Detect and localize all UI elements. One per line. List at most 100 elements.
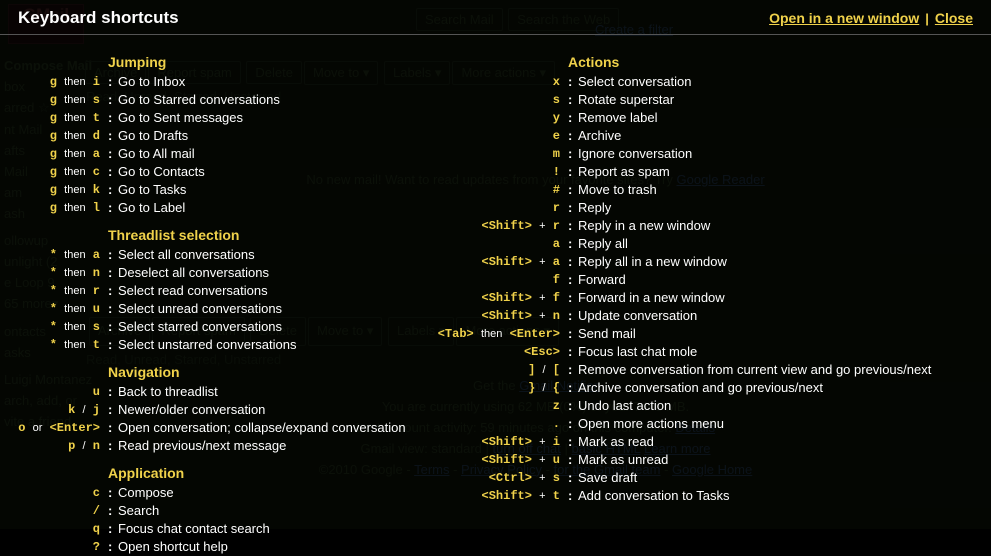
shortcut-description: Undo last action <box>578 398 671 413</box>
shortcut-description: Remove conversation from current view an… <box>578 362 931 377</box>
shortcut-row: g then t:Go to Sent messages <box>0 109 470 127</box>
shortcut-row: } / {:Archive conversation and go previo… <box>470 379 975 397</box>
shortcut-keys: . <box>470 416 560 432</box>
shortcut-keys: k / j <box>0 402 100 418</box>
shortcut-row: <Esc>:Focus last chat mole <box>470 343 975 361</box>
shortcuts-overlay: Keyboard shortcuts Open in a new window … <box>0 0 991 529</box>
shortcut-description: Archive conversation and go previous/nex… <box>578 380 823 395</box>
shortcut-colon: : <box>568 434 578 450</box>
shortcut-row: #:Move to trash <box>470 181 975 199</box>
shortcut-colon: : <box>108 420 118 436</box>
overlay-header: Keyboard shortcuts Open in a new window … <box>0 0 991 35</box>
shortcut-row: <Shift> + n:Update conversation <box>470 307 975 325</box>
shortcut-colon: : <box>108 384 118 400</box>
shortcut-description: Select all conversations <box>118 247 255 262</box>
shortcut-row: q:Focus chat contact search <box>0 520 470 538</box>
shortcut-keys: <Shift> + n <box>400 308 560 324</box>
shortcut-colon: : <box>568 326 578 342</box>
shortcut-description: Forward in a new window <box>578 290 725 305</box>
shortcut-row: u:Back to threadlist <box>0 383 470 401</box>
shortcut-description: Back to threadlist <box>118 384 218 399</box>
shortcut-description: Mark as read <box>578 434 654 449</box>
shortcut-description: Update conversation <box>578 308 697 323</box>
shortcut-keys: } / { <box>470 380 560 396</box>
shortcut-keys: g then s <box>0 92 100 108</box>
shortcut-row: g then i:Go to Inbox <box>0 73 470 91</box>
shortcut-colon: : <box>108 110 118 126</box>
shortcut-colon: : <box>108 92 118 108</box>
shortcut-description: Reply <box>578 200 611 215</box>
shortcut-description: Focus last chat mole <box>578 344 697 359</box>
shortcut-colon: : <box>568 380 578 396</box>
shortcut-description: Select starred conversations <box>118 319 282 334</box>
shortcut-keys: <Shift> + r <box>400 218 560 234</box>
shortcut-keys: <Tab> then <Enter> <box>400 326 560 342</box>
shortcut-keys: e <box>470 128 560 144</box>
shortcut-row: <Shift> + u:Mark as unread <box>470 451 975 469</box>
shortcut-colon: : <box>568 74 578 90</box>
shortcut-keys: <Shift> + a <box>400 254 560 270</box>
shortcut-keys: m <box>470 146 560 162</box>
shortcut-keys: / <box>0 503 100 519</box>
shortcut-description: Send mail <box>578 326 636 341</box>
shortcut-description: Open conversation; collapse/expand conve… <box>118 420 406 435</box>
shortcut-keys: r <box>470 200 560 216</box>
shortcut-row: <Tab> then <Enter>:Send mail <box>470 325 975 343</box>
shortcut-description: Go to Label <box>118 200 185 215</box>
shortcut-keys: ] / [ <box>470 362 560 378</box>
shortcut-row: r:Reply <box>470 199 975 217</box>
shortcut-colon: : <box>108 485 118 501</box>
shortcut-row: /:Search <box>0 502 470 520</box>
close-link[interactable]: Close <box>935 10 973 26</box>
shortcut-colon: : <box>568 236 578 252</box>
shortcut-colon: : <box>108 503 118 519</box>
shortcut-description: Select unstarred conversations <box>118 337 296 352</box>
shortcut-description: Go to Drafts <box>118 128 188 143</box>
shortcut-row: g then a:Go to All mail <box>0 145 470 163</box>
shortcut-colon: : <box>108 200 118 216</box>
shortcut-row: g then s:Go to Starred conversations <box>0 91 470 109</box>
shortcut-colon: : <box>568 218 578 234</box>
shortcut-keys: f <box>470 272 560 288</box>
shortcut-colon: : <box>108 319 118 335</box>
shortcut-row: <Shift> + a:Reply all in a new window <box>470 253 975 271</box>
shortcut-keys: p / n <box>0 438 100 454</box>
shortcut-description: Read previous/next message <box>118 438 286 453</box>
header-separator: | <box>925 11 929 26</box>
shortcut-row: <Ctrl> + s:Save draft <box>470 469 975 487</box>
shortcut-keys: s <box>470 92 560 108</box>
shortcut-description: Save draft <box>578 470 637 485</box>
shortcut-colon: : <box>568 200 578 216</box>
shortcut-keys: <Shift> + t <box>400 488 560 504</box>
shortcut-keys: <Shift> + u <box>400 452 560 468</box>
section-navigation-title: Navigation <box>108 364 470 380</box>
shortcut-row: g then c:Go to Contacts <box>0 163 470 181</box>
shortcut-keys: ? <box>0 539 100 555</box>
shortcut-colon: : <box>568 344 578 360</box>
shortcut-description: Go to Sent messages <box>118 110 243 125</box>
shortcut-colon: : <box>108 283 118 299</box>
shortcut-colon: : <box>568 110 578 126</box>
section-jumping-title: Jumping <box>108 54 470 70</box>
shortcut-keys: # <box>470 182 560 198</box>
shortcut-keys: * then t <box>0 337 100 353</box>
open-new-window-link[interactable]: Open in a new window <box>769 10 919 26</box>
shortcut-colon: : <box>108 182 118 198</box>
shortcut-description: Go to All mail <box>118 146 195 161</box>
shortcut-row: s:Rotate superstar <box>470 91 975 109</box>
shortcut-keys: q <box>0 521 100 537</box>
shortcut-keys: g then k <box>0 182 100 198</box>
shortcut-row: y:Remove label <box>470 109 975 127</box>
shortcut-colon: : <box>568 488 578 504</box>
shortcut-keys: c <box>0 485 100 501</box>
shortcut-description: Go to Contacts <box>118 164 205 179</box>
shortcut-keys: g then l <box>0 200 100 216</box>
shortcut-description: Deselect all conversations <box>118 265 269 280</box>
shortcut-colon: : <box>568 470 578 486</box>
shortcut-colon: : <box>568 416 578 432</box>
shortcut-keys: <Shift> + i <box>400 434 560 450</box>
shortcut-description: Compose <box>118 485 174 500</box>
shortcut-colon: : <box>108 402 118 418</box>
shortcut-colon: : <box>568 164 578 180</box>
shortcut-description: Select read conversations <box>118 283 268 298</box>
